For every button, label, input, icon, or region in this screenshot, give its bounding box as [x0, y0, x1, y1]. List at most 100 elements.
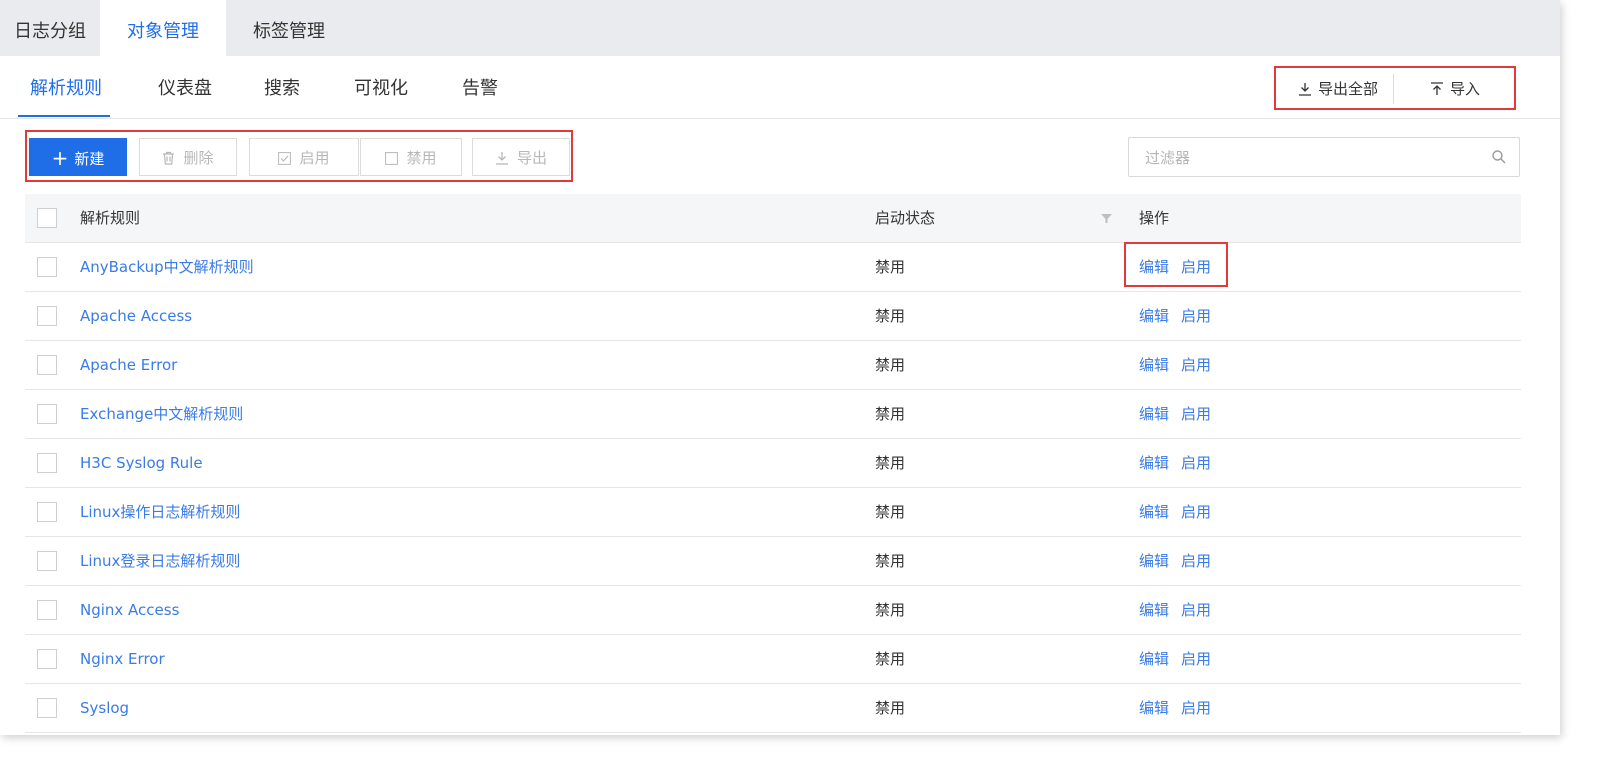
enable-link[interactable]: 启用	[1181, 307, 1211, 325]
rule-name-link[interactable]: Apache Access	[80, 292, 192, 340]
ops-cell: 编辑 启用	[1139, 635, 1223, 683]
export-all-button[interactable]: 导出全部	[1288, 74, 1388, 104]
edit-link[interactable]: 编辑	[1139, 503, 1169, 521]
edit-link[interactable]: 编辑	[1139, 699, 1169, 717]
status-cell: 禁用	[875, 503, 906, 521]
top-actions-group: 导出全部 导入	[1274, 66, 1516, 110]
rule-name-link[interactable]: AnyBackup中文解析规则	[80, 243, 254, 291]
table-row: Nginx Error 禁用 编辑 启用	[25, 635, 1521, 684]
upload-icon	[1430, 82, 1443, 95]
download-icon	[495, 152, 508, 165]
subtab-alerts[interactable]: 告警	[462, 74, 498, 100]
rules-table: 解析规则 启动状态 操作 AnyBackup中文解析规则 禁用 编辑 启用 Apache…	[25, 194, 1521, 733]
rule-name-link[interactable]: H3C Syslog Rule	[80, 439, 203, 487]
subtab-visualization[interactable]: 可视化	[354, 74, 408, 100]
enable-link[interactable]: 启用	[1181, 650, 1211, 668]
rule-name-link[interactable]: Nginx Access	[80, 586, 179, 634]
status-cell: 禁用	[875, 650, 906, 668]
disable-button[interactable]: 禁用	[360, 138, 462, 176]
rule-name-link[interactable]: Nginx Error	[80, 635, 165, 683]
filter-icon[interactable]	[1101, 214, 1112, 223]
ops-cell: 编辑 启用	[1139, 586, 1223, 634]
rule-name-link[interactable]: Apache Error	[80, 341, 177, 389]
new-button[interactable]: + 新建	[29, 138, 127, 176]
row-checkbox[interactable]	[37, 257, 57, 277]
filter-box	[1128, 137, 1520, 177]
status-cell: 禁用	[875, 601, 906, 619]
enable-link[interactable]: 启用	[1181, 503, 1211, 521]
status-cell: 禁用	[875, 307, 906, 325]
table-row: AnyBackup中文解析规则 禁用 编辑 启用	[25, 243, 1521, 292]
status-cell: 禁用	[875, 405, 906, 423]
header-ops: 操作	[1139, 209, 1170, 227]
edit-link[interactable]: 编辑	[1139, 650, 1169, 668]
row-checkbox[interactable]	[37, 453, 57, 473]
enable-link[interactable]: 启用	[1181, 601, 1211, 619]
tab-tag-management[interactable]: 标签管理	[226, 0, 352, 56]
subtab-parse-rules[interactable]: 解析规则	[30, 74, 102, 100]
tab-object-management[interactable]: 对象管理	[100, 0, 226, 56]
subtab-dashboard[interactable]: 仪表盘	[158, 74, 212, 100]
ops-cell: 编辑 启用	[1139, 341, 1223, 389]
table-row: H3C Syslog Rule 禁用 编辑 启用	[25, 439, 1521, 488]
rule-name-link[interactable]: Linux操作日志解析规则	[80, 488, 240, 536]
filter-input[interactable]	[1143, 146, 1467, 170]
export-label: 导出	[516, 149, 547, 167]
app-window: 日志分组 对象管理 标签管理 解析规则 仪表盘 搜索 可视化 告警 导出全部 导…	[0, 0, 1560, 735]
edit-link[interactable]: 编辑	[1139, 405, 1169, 423]
enable-link[interactable]: 启用	[1181, 699, 1211, 717]
row-checkbox[interactable]	[37, 600, 57, 620]
tab-log-groups[interactable]: 日志分组	[0, 0, 100, 56]
table-row: Linux操作日志解析规则 禁用 编辑 启用	[25, 488, 1521, 537]
rule-name-link[interactable]: Exchange中文解析规则	[80, 390, 243, 438]
row-checkbox[interactable]	[37, 404, 57, 424]
subtab-search[interactable]: 搜索	[264, 74, 300, 100]
table-row: Apache Access 禁用 编辑 启用	[25, 292, 1521, 341]
row-checkbox[interactable]	[37, 502, 57, 522]
row-checkbox[interactable]	[37, 551, 57, 571]
enable-link[interactable]: 启用	[1181, 405, 1211, 423]
edit-link[interactable]: 编辑	[1139, 307, 1169, 325]
divider	[1393, 74, 1394, 104]
status-cell: 禁用	[875, 552, 906, 570]
edit-link[interactable]: 编辑	[1139, 601, 1169, 619]
enable-button[interactable]: 启用	[249, 138, 359, 176]
enable-label: 启用	[299, 149, 330, 167]
table-row: Nginx Access 禁用 编辑 启用	[25, 586, 1521, 635]
import-button[interactable]: 导入	[1408, 74, 1502, 104]
status-cell: 禁用	[875, 454, 906, 472]
edit-link[interactable]: 编辑	[1139, 356, 1169, 374]
square-icon	[385, 152, 399, 165]
new-label: 新建	[74, 150, 105, 168]
table-body: AnyBackup中文解析规则 禁用 编辑 启用 Apache Access 禁用 编辑 启用…	[25, 243, 1521, 733]
plus-icon: +	[51, 146, 69, 170]
check-square-icon	[278, 152, 292, 165]
ops-highlight-box	[1124, 242, 1228, 287]
rule-name-link[interactable]: Linux登录日志解析规则	[80, 537, 240, 585]
search-icon[interactable]	[1491, 149, 1507, 165]
select-all-checkbox[interactable]	[37, 208, 57, 228]
delete-button[interactable]: 删除	[139, 138, 237, 176]
row-checkbox[interactable]	[37, 306, 57, 326]
export-all-label: 导出全部	[1317, 80, 1378, 98]
row-checkbox[interactable]	[37, 355, 57, 375]
table-header: 解析规则 启动状态 操作	[25, 194, 1521, 243]
status-cell: 禁用	[875, 258, 906, 276]
table-row: Syslog 禁用 编辑 启用	[25, 684, 1521, 733]
enable-link[interactable]: 启用	[1181, 356, 1211, 374]
header-name: 解析规则	[80, 209, 141, 227]
status-cell: 禁用	[875, 699, 906, 717]
enable-link[interactable]: 启用	[1181, 454, 1211, 472]
export-button[interactable]: 导出	[472, 138, 570, 176]
table-row: Apache Error 禁用 编辑 启用	[25, 341, 1521, 390]
enable-link[interactable]: 启用	[1181, 552, 1211, 570]
ops-cell: 编辑 启用	[1139, 537, 1223, 585]
ops-cell: 编辑 启用	[1139, 390, 1223, 438]
edit-link[interactable]: 编辑	[1139, 552, 1169, 570]
ops-cell: 编辑 启用	[1139, 292, 1223, 340]
row-checkbox[interactable]	[37, 649, 57, 669]
edit-link[interactable]: 编辑	[1139, 454, 1169, 472]
row-checkbox[interactable]	[37, 698, 57, 718]
rule-name-link[interactable]: Syslog	[80, 684, 129, 732]
import-label: 导入	[1449, 80, 1480, 98]
